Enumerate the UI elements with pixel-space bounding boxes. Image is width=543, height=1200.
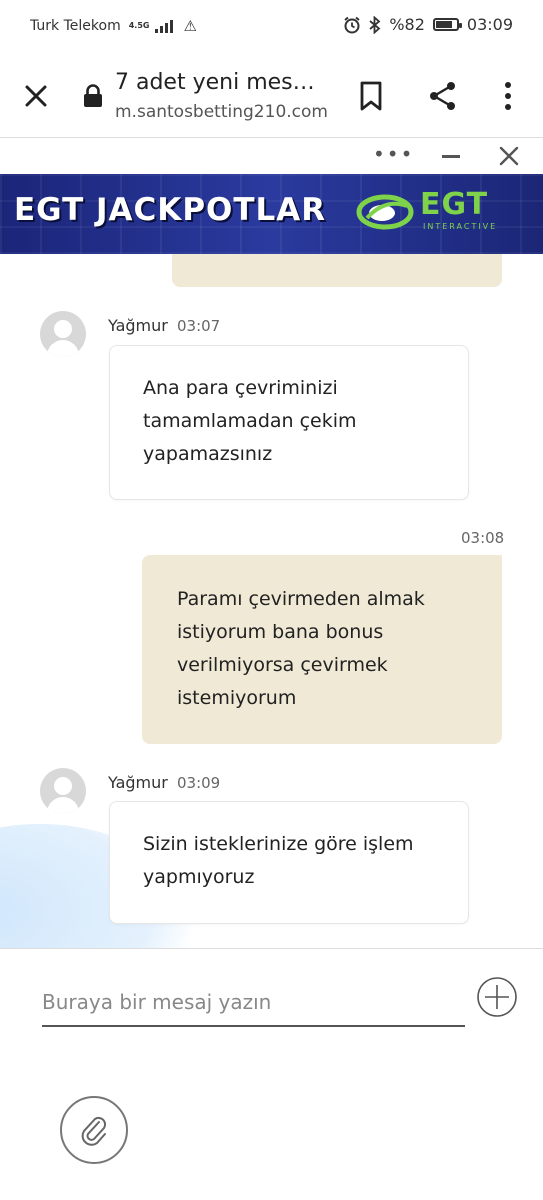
message-line: tamamlamadan çekim xyxy=(143,410,357,432)
message-time: 03:09 xyxy=(177,774,221,792)
message-time: 03:08 xyxy=(461,529,505,547)
chat-messages[interactable]: Yağmur 03:07 Ana para çevriminizi tamaml… xyxy=(0,254,543,948)
more-vert-icon[interactable] xyxy=(498,81,518,111)
message-line: Paramı çevirmeden almak xyxy=(177,588,425,610)
more-horiz-icon[interactable]: ••• xyxy=(373,144,414,164)
message-line: yapamazsınız xyxy=(143,443,273,465)
previous-outgoing-bubble xyxy=(172,254,502,287)
message-input[interactable] xyxy=(42,979,465,1027)
battery-icon xyxy=(432,18,462,31)
message-composer xyxy=(0,948,543,1200)
incoming-message: Sizin isteklerinize göre işlem yapmıyoru… xyxy=(109,801,469,924)
close-icon[interactable] xyxy=(22,82,50,110)
message-line: istiyorum bana bonus xyxy=(177,621,384,643)
message-line: istemiyorum xyxy=(177,687,297,709)
signal-icon xyxy=(155,19,174,33)
sender-name: Yağmur xyxy=(108,316,168,335)
incoming-message: Ana para çevriminizi tamamlamadan çekim … xyxy=(109,345,469,500)
share-icon[interactable] xyxy=(428,81,458,111)
network-type: 4.5G xyxy=(128,21,150,30)
add-icon[interactable] xyxy=(476,976,518,1018)
avatar xyxy=(40,768,86,814)
status-right: %82 03:09 xyxy=(343,15,513,34)
banner-title: EGT JACKPOTLAR xyxy=(14,192,327,228)
message-time: 03:07 xyxy=(177,317,221,335)
warning-icon: ⚠ xyxy=(183,17,197,35)
message-line: yapmıyoruz xyxy=(143,866,255,888)
close-icon[interactable] xyxy=(498,145,520,167)
lock-icon xyxy=(84,84,102,107)
sender-name: Yağmur xyxy=(108,773,168,792)
minimize-icon[interactable] xyxy=(442,155,460,158)
carrier-name: Turk Telekom xyxy=(30,18,121,34)
status-left: Turk Telekom 4.5G ⚠ xyxy=(30,17,197,35)
banner-logo-text: EGT xyxy=(420,187,489,222)
status-bar: Turk Telekom 4.5G ⚠ %82 03:09 xyxy=(0,0,543,54)
page-url[interactable]: m.santosbetting210.com xyxy=(115,102,328,122)
alarm-icon xyxy=(344,16,360,33)
battery-percent: %82 xyxy=(389,15,425,34)
bluetooth-icon xyxy=(369,15,381,34)
egt-logo-icon xyxy=(356,194,414,230)
browser-toolbar: 7 adet yeni mes… m.santosbetting210.com xyxy=(0,54,543,138)
attach-icon xyxy=(81,1116,107,1146)
outgoing-message: Paramı çevirmeden almak istiyorum bana b… xyxy=(142,555,502,744)
message-line: verilmiyorsa çevirmek xyxy=(177,654,388,676)
avatar xyxy=(40,311,86,357)
bookmark-icon[interactable] xyxy=(358,80,384,112)
promo-banner[interactable]: EGT JACKPOTLAR EGT INTERACTIVE xyxy=(0,174,543,254)
chat-widget-header: ••• xyxy=(0,139,543,174)
message-line: Sizin isteklerinize göre işlem xyxy=(143,833,414,855)
clock: 03:09 xyxy=(466,15,513,34)
attach-button[interactable] xyxy=(60,1096,128,1164)
page-title: 7 adet yeni mes… xyxy=(115,70,315,95)
message-line: Ana para çevriminizi xyxy=(143,377,338,399)
banner-logo-subtext: INTERACTIVE xyxy=(423,222,498,231)
